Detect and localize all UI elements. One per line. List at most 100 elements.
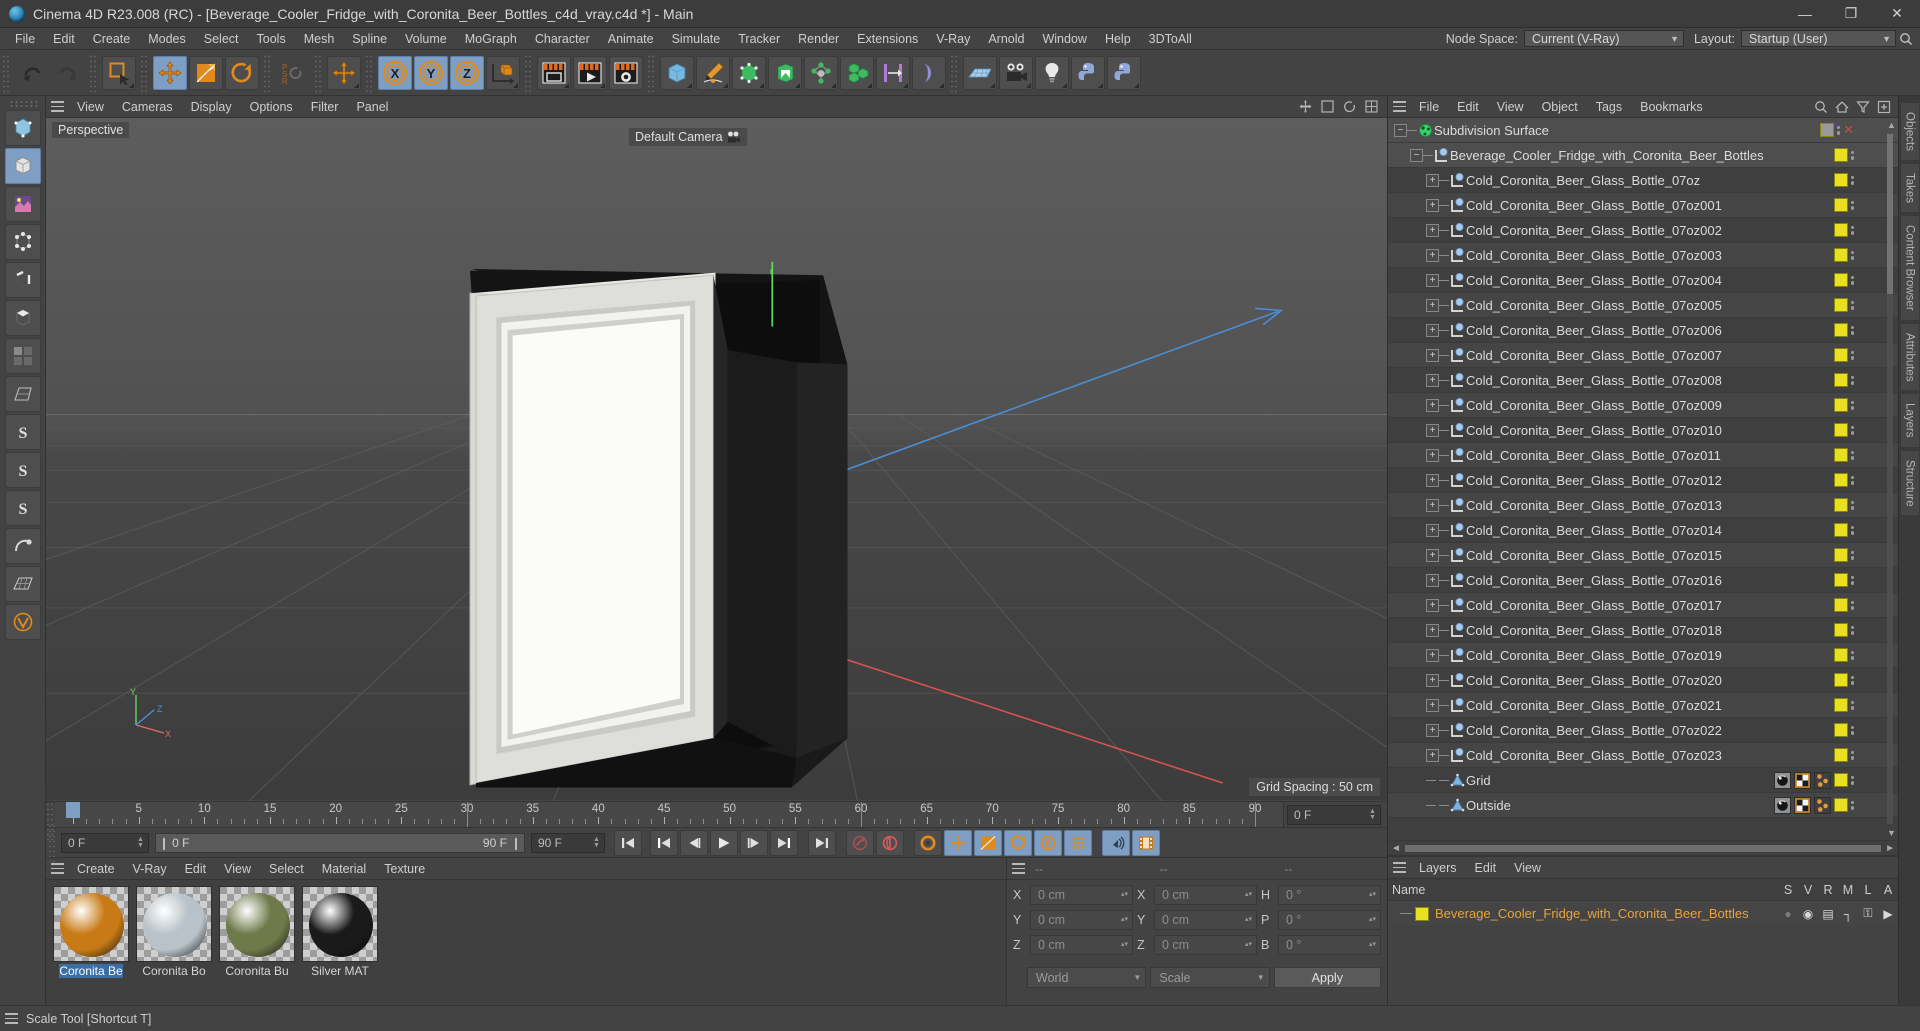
timeline-playhead[interactable] xyxy=(66,802,80,818)
object-dots-icon[interactable] xyxy=(1850,275,1854,285)
object-dots-icon[interactable] xyxy=(1850,250,1854,260)
uvw-tag-icon[interactable] xyxy=(1793,771,1811,789)
tree-expander[interactable]: + xyxy=(1426,498,1439,512)
menu-arnold[interactable]: Arnold xyxy=(979,28,1033,50)
object-dots-icon[interactable] xyxy=(1850,475,1854,485)
layer-color-swatch[interactable] xyxy=(1819,123,1834,137)
render-queue-icon[interactable] xyxy=(573,55,607,90)
spinner-icon[interactable]: ▴▾ xyxy=(1367,891,1378,898)
tree-expander[interactable]: + xyxy=(1426,523,1439,537)
redo-icon[interactable] xyxy=(51,56,85,90)
object-menu-object[interactable]: Object xyxy=(1533,96,1587,118)
vertical-tab-attributes[interactable]: Attributes xyxy=(1899,322,1920,392)
spinner-icon[interactable]: ▲ ▼ xyxy=(591,836,602,849)
object-dots-icon[interactable] xyxy=(1850,725,1854,735)
texture-mode-icon[interactable] xyxy=(4,186,41,222)
search-icon[interactable] xyxy=(1896,29,1916,49)
toolbar-grip[interactable] xyxy=(647,53,656,92)
layer-menu-view[interactable]: View xyxy=(1505,857,1550,879)
toolbar-grip[interactable] xyxy=(89,53,98,92)
layer-color-swatch[interactable] xyxy=(1833,323,1848,337)
scrollbar-thumb-horizontal[interactable] xyxy=(1404,844,1882,852)
menu-animate[interactable]: Animate xyxy=(599,28,663,50)
layer-color-swatch[interactable] xyxy=(1833,523,1848,537)
layer-color-swatch[interactable] xyxy=(1415,906,1429,921)
object-row[interactable]: + Cold_Coronita_Beer_Glass_Bottle_07oz005 xyxy=(1388,293,1898,318)
anim-current-frame-field[interactable]: 0 F ▲ ▼ xyxy=(61,832,149,853)
vertical-tab-structure[interactable]: Structure xyxy=(1899,449,1920,517)
snap-icon[interactable]: S xyxy=(4,414,41,450)
object-dots-icon[interactable] xyxy=(1850,600,1854,610)
menu-render[interactable]: Render xyxy=(789,28,848,50)
tree-expander[interactable]: + xyxy=(1426,323,1439,337)
polygons-mode-icon[interactable] xyxy=(4,300,41,336)
menu-create[interactable]: Create xyxy=(84,28,140,50)
object-dots-icon[interactable] xyxy=(1850,500,1854,510)
tree-expander[interactable]: + xyxy=(1426,473,1439,487)
toolbar-grip[interactable] xyxy=(950,53,959,92)
tree-expander[interactable]: + xyxy=(1426,548,1439,562)
object-row[interactable]: + Cold_Coronita_Beer_Glass_Bottle_07oz011 xyxy=(1388,443,1898,468)
tree-expander[interactable]: + xyxy=(1426,398,1439,412)
layer-color-swatch[interactable] xyxy=(1833,598,1848,612)
object-dots-icon[interactable] xyxy=(1850,400,1854,410)
tree-expander[interactable]: + xyxy=(1426,173,1439,187)
menu-tools[interactable]: Tools xyxy=(248,28,295,50)
animation-icon[interactable]: ▶ xyxy=(1878,907,1898,921)
coord-field-size[interactable]: 0 cm ▴▾ xyxy=(1154,910,1257,930)
object-row[interactable]: + Cold_Coronita_Beer_Glass_Bottle_07oz010 xyxy=(1388,418,1898,443)
z-axis-icon[interactable]: Z xyxy=(450,55,484,90)
go-to-previous-key-icon[interactable] xyxy=(650,829,678,856)
object-dots-icon[interactable] xyxy=(1850,775,1854,785)
menu-3dtoall[interactable]: 3DToAll xyxy=(1140,28,1201,50)
psr-icon[interactable]: PSR xyxy=(276,56,310,90)
viewport-menu-cameras[interactable]: Cameras xyxy=(113,96,182,118)
tree-expander[interactable]: + xyxy=(1426,248,1439,262)
coordinate-system-icon[interactable] xyxy=(486,55,520,90)
layer-color-swatch[interactable] xyxy=(1833,698,1848,712)
timeline-current-frame-field[interactable]: 0 F ▲ ▼ xyxy=(1287,804,1381,825)
hyper-nurbs-icon[interactable] xyxy=(732,55,766,90)
solo-dot-icon[interactable]: ● xyxy=(1778,907,1798,921)
spinner-icon[interactable]: ▴▾ xyxy=(1367,941,1378,948)
object-menu-tags[interactable]: Tags xyxy=(1587,96,1631,118)
menu-volume[interactable]: Volume xyxy=(396,28,456,50)
add-icon[interactable] xyxy=(1874,97,1894,117)
coord-field-position[interactable]: 0 cm ▴▾ xyxy=(1030,935,1133,955)
close-button[interactable]: ✕ xyxy=(1874,0,1920,28)
lock-icon[interactable]: ⚿ xyxy=(1858,906,1878,921)
layer-color-swatch[interactable] xyxy=(1833,673,1848,687)
material-menu-texture[interactable]: Texture xyxy=(375,858,434,880)
object-dots-icon[interactable] xyxy=(1850,200,1854,210)
render-view-icon[interactable] xyxy=(537,55,571,90)
tree-expander[interactable]: + xyxy=(1426,273,1439,287)
viewport-menu-options[interactable]: Options xyxy=(241,96,302,118)
move-icon[interactable] xyxy=(153,55,187,90)
close-icon[interactable]: ✕ xyxy=(1843,122,1854,138)
y-axis-icon[interactable]: Y xyxy=(414,55,448,90)
undo-icon[interactable] xyxy=(15,56,49,90)
object-dots-icon[interactable] xyxy=(1850,750,1854,760)
filmstrip-icon[interactable] xyxy=(1132,829,1160,856)
viewport-move-icon[interactable] xyxy=(1295,97,1315,117)
menu-mograph[interactable]: MoGraph xyxy=(456,28,526,50)
snap3-icon[interactable]: S xyxy=(4,490,41,526)
material-tag-icon[interactable] xyxy=(1773,771,1791,789)
node-space-dropdown[interactable]: Current (V-Ray) ▼ xyxy=(1523,30,1684,47)
tree-expander[interactable]: + xyxy=(1426,348,1439,362)
layer-color-swatch[interactable] xyxy=(1833,348,1848,362)
tree-expander[interactable]: + xyxy=(1426,198,1439,212)
keyframe-settings-icon[interactable] xyxy=(914,829,942,856)
render-icon[interactable]: ▤ xyxy=(1818,907,1838,921)
material-item[interactable]: Coronita Be xyxy=(51,886,131,999)
play-icon[interactable] xyxy=(710,829,738,856)
object-dots-icon[interactable] xyxy=(1850,150,1854,160)
spinner-icon[interactable]: ▴▾ xyxy=(1243,891,1254,898)
material-item[interactable]: Coronita Bo xyxy=(134,886,214,999)
object-row[interactable]: + Cold_Coronita_Beer_Glass_Bottle_07oz009 xyxy=(1388,393,1898,418)
layer-row[interactable]: Beverage_Cooler_Fridge_with_Coronita_Bee… xyxy=(1388,901,1898,926)
object-menu-edit[interactable]: Edit xyxy=(1448,96,1488,118)
layer-color-swatch[interactable] xyxy=(1833,423,1848,437)
step-back-icon[interactable] xyxy=(680,829,708,856)
deformer-icon[interactable] xyxy=(804,55,838,90)
